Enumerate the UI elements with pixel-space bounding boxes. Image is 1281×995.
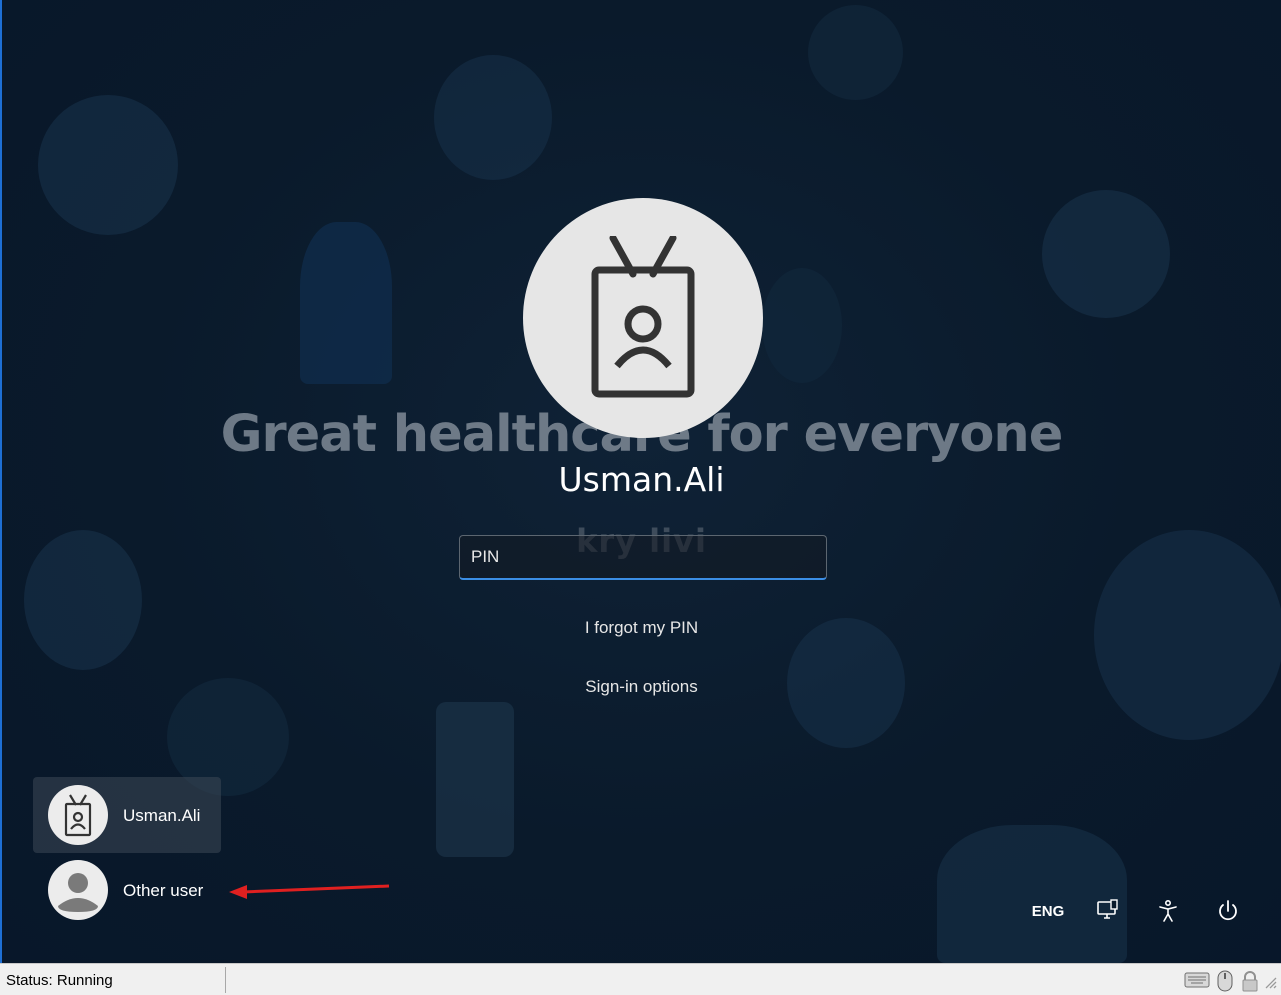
decor-stethoscope (808, 5, 903, 100)
user-tile-usman[interactable]: Usman.Ali (33, 777, 221, 853)
pin-field[interactable] (459, 535, 827, 580)
pin-input[interactable] (460, 536, 826, 578)
decor-heart-torso (434, 55, 552, 180)
network-icon (1097, 899, 1118, 919)
vm-statusbar: Status: Running (0, 963, 1281, 995)
resize-grip-icon[interactable] (1264, 976, 1278, 990)
user-avatar-large (523, 198, 763, 438)
decor-knee (762, 268, 842, 383)
accessibility-icon (1159, 899, 1177, 922)
user-tile-other[interactable]: Other user (33, 852, 221, 928)
username-heading: Usman.Ali (558, 460, 725, 499)
user-tile-label: Other user (123, 881, 204, 900)
mouse-icon[interactable] (1215, 970, 1235, 992)
id-badge-icon (591, 236, 695, 398)
decor-doctor-card (436, 702, 514, 857)
annotation-arrow-icon (229, 884, 390, 899)
id-badge-icon (64, 794, 92, 837)
user-avatar-small (48, 785, 108, 845)
decor-hug-heart (1042, 190, 1170, 318)
decor-person-phone (300, 222, 392, 384)
lock-icon[interactable] (1240, 970, 1260, 992)
forgot-pin-link[interactable]: I forgot my PIN (2, 618, 1281, 638)
language-button[interactable]: ENG (1024, 893, 1072, 929)
network-button[interactable] (1090, 893, 1126, 929)
power-button[interactable] (1210, 893, 1246, 929)
power-icon (1219, 900, 1237, 921)
generic-user-icon (48, 860, 108, 920)
decor-portrait-1 (38, 95, 178, 235)
user-tile-label: Usman.Ali (123, 806, 201, 825)
lock-screen: Great healthcare for everyone kry livi U… (0, 0, 1281, 963)
vm-status-text: Status: Running (6, 972, 113, 989)
accessibility-button[interactable] (1150, 893, 1186, 929)
statusbar-divider (225, 967, 226, 993)
keyboard-icon[interactable] (1184, 970, 1210, 990)
signin-options-link[interactable]: Sign-in options (2, 677, 1281, 697)
